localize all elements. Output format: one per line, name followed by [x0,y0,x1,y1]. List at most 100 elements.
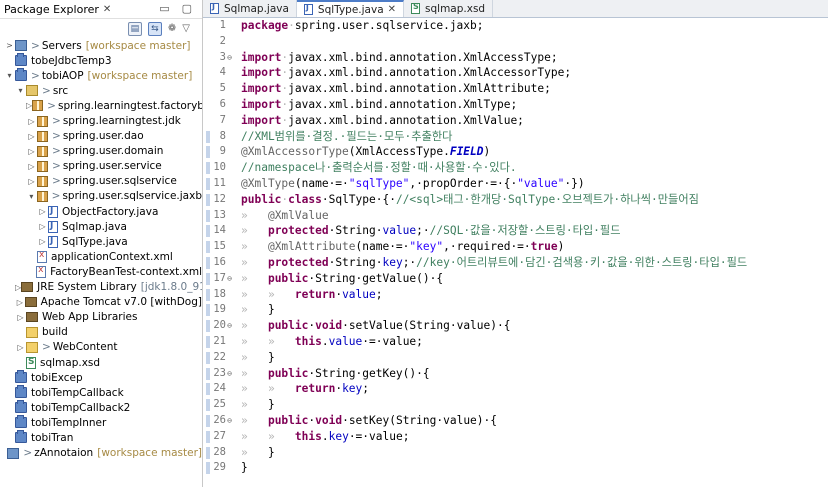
code-line[interactable]: 1 package·spring.user.sqlservice.jaxb; [203,18,828,34]
code-line[interactable]: 12 public·class·SqlType·{·//<sql>태그·한개당·S… [203,192,828,208]
tree-item[interactable]: ▷ > spring.learningtest.jdk [0,113,202,128]
code-line[interactable]: 15 » @XmlAttribute(name·=·"key",·required… [203,239,828,255]
tree-item[interactable]: ▷ SqlType.java [0,234,202,249]
code-line[interactable]: 24 » » return·key; [203,381,828,397]
tree-item[interactable]: applicationContext.xml [0,249,202,264]
tree-item[interactable]: sqlmap.xsd [0,355,202,370]
code-line[interactable]: 14 » protected·String·value;·//SQL·값을·저장할… [203,223,828,239]
code-line[interactable]: 28 » } [203,445,828,461]
code-token: javax.xml.bind.annotation.XmlAccessorTyp… [288,66,572,80]
code-line[interactable]: 10 //namespace나·출력순서를·정할·때·사용할·수·있다. [203,160,828,176]
fold-toggle-icon[interactable]: ⊖ [226,366,232,382]
code-line[interactable]: 22 » } [203,350,828,366]
tree-item[interactable]: ▷ > spring.user.dao [0,129,202,144]
tree-item[interactable]: FactoryBeanTest-context.xml [0,264,202,279]
tree-item[interactable]: ▾ > spring.user.sqlservice.jaxb [0,189,202,204]
fold-toggle-icon[interactable]: ⊖ [226,318,232,334]
maximize-icon[interactable]: ▢ [182,2,192,15]
tree-item[interactable]: tobiTempCallback [0,385,202,400]
tree-item[interactable]: tobiExcep [0,370,202,385]
editor-tab[interactable]: SqlType.java ✕ [296,0,405,17]
code-line[interactable]: 21 » » this.value·=·value; [203,334,828,350]
tree-item[interactable]: ▷ > spring.user.service [0,159,202,174]
tree-item[interactable]: ▷ > spring.learningtest.factorybea [0,98,202,113]
expand-toggle-icon[interactable]: ▷ [15,343,26,352]
code-area[interactable]: 1 package·spring.user.sqlservice.jaxb; 2 3⊖… [203,18,828,476]
tree-item[interactable]: ▷JRE System Library[jdk1.8.0_91] [0,280,202,295]
code-line[interactable]: 26⊖» public·void·setKey(String·value)·{ [203,413,828,429]
tree-item[interactable]: tobiTempInner [0,415,202,430]
code-line[interactable]: 9 @XmlAccessorType(XmlAccessType.FIELD) [203,144,828,160]
code-line[interactable]: 11 @XmlType(name·=·"sqlType",·propOrder·=… [203,176,828,192]
tree-item[interactable]: ▷ > spring.user.sqlservice [0,174,202,189]
expand-toggle-icon[interactable]: ▾ [26,192,37,201]
expand-toggle-icon[interactable]: ▷ [37,207,48,216]
line-number: 6 [213,97,237,113]
code-line[interactable]: 29} [203,460,828,476]
change-marker [203,223,213,239]
tree-item[interactable]: ▷ ObjectFactory.java [0,204,202,219]
tree-item[interactable]: tobiTempCallback2 [0,400,202,415]
code-token: key [328,429,349,443]
code-line[interactable]: 4 import·javax.xml.bind.annotation.XmlAcc… [203,65,828,81]
tree-item-label: ObjectFactory.java [62,205,159,218]
close-icon[interactable]: ✕ [388,4,396,15]
code-line[interactable]: 16 » protected·String·key;·//key·어트리뷰트에·담… [203,255,828,271]
collapse-all-icon[interactable]: ▤ [127,21,142,36]
code-token: » [241,366,268,380]
expand-toggle-icon[interactable]: ▷ [37,222,48,231]
view-menu-icon[interactable]: ▽ [182,23,190,34]
fold-toggle-icon[interactable]: ⊖ [226,413,232,429]
tree-item[interactable]: tobiTran [0,430,202,445]
code-text: » public·String·getValue()·{ [237,271,443,287]
code-line[interactable]: 17⊖» public·String·getValue()·{ [203,271,828,287]
tree-item[interactable]: ▷ Sqlmap.java [0,219,202,234]
focus-on-active-task-icon[interactable]: ❁ [168,23,176,34]
tree-item[interactable]: ▾ > src [0,83,202,98]
tree-item-label: build [42,326,68,339]
tree-item[interactable]: ▷ > WebContent [0,340,202,355]
code-line[interactable]: 23⊖» public·String·getKey()·{ [203,366,828,382]
tree-item[interactable]: tobeJdbcTemp3 [0,53,202,68]
expand-toggle-icon[interactable]: ▷ [26,162,37,171]
expand-toggle-icon[interactable]: ▷ [26,132,37,141]
code-line[interactable]: 20⊖» public·void·setValue(String·value)·… [203,318,828,334]
expand-toggle-icon[interactable]: ▷ [26,177,37,186]
code-line[interactable]: 7 import·javax.xml.bind.annotation.XmlVal… [203,113,828,129]
editor-tab[interactable]: Sqlmap.java [203,0,297,17]
expand-toggle-icon[interactable]: > [4,41,15,50]
tree-item[interactable]: ▷ Apache Tomcat v7.0 [withDog] [0,295,202,310]
package-explorer-tab[interactable]: Package Explorer ✕ ▭ ▢ [0,0,202,19]
expand-toggle-icon[interactable]: ▾ [15,86,26,95]
code-token: //SQL·값을·저장할·스트링·타입·필드 [429,224,621,238]
expand-toggle-icon[interactable]: ▷ [26,117,37,126]
link-with-editor-icon[interactable]: ⇆ [147,21,162,36]
fold-toggle-icon[interactable]: ⊖ [226,50,232,66]
code-line[interactable]: 3⊖ import·javax.xml.bind.annotation.XmlAc… [203,50,828,66]
code-line[interactable]: 19 » } [203,302,828,318]
code-line[interactable]: 27 » » this.key·=·value; [203,429,828,445]
close-icon[interactable]: ✕ [103,4,111,15]
fold-toggle-icon[interactable]: ⊖ [226,271,232,287]
editor-tab[interactable]: sqlmap.xsd [404,0,494,17]
code-line[interactable]: 5 import·javax.xml.bind.annotation.XmlAtt… [203,81,828,97]
code-line[interactable]: 25 » } [203,397,828,413]
tree-item[interactable]: > zAnnotaion [workspace master] [0,446,202,461]
code-line[interactable]: 8 //XML범위를·결정.·필드는·모두·추출한다 [203,129,828,145]
expand-toggle-icon[interactable]: ▷ [26,147,37,156]
expand-toggle-icon[interactable]: ▷ [37,237,48,246]
minimize-icon[interactable]: ▭ [159,2,169,15]
expand-toggle-icon[interactable]: ▾ [4,71,15,80]
code-line[interactable]: 2 [203,34,828,50]
tree-item[interactable]: ▷ Web App Libraries [0,310,202,325]
code-token: void [315,319,343,333]
tree-item[interactable]: > > Servers [workspace master] [0,38,202,53]
expand-toggle-icon[interactable]: ▷ [15,313,26,322]
tree-item[interactable]: ▷ > spring.user.domain [0,144,202,159]
code-line[interactable]: 13 » @XmlValue [203,208,828,224]
code-line[interactable]: 6 import·javax.xml.bind.annotation.XmlTyp… [203,97,828,113]
tree-item[interactable]: ▾ > tobiAOP [workspace master] [0,68,202,83]
code-line[interactable]: 18 » » return·value; [203,287,828,303]
expand-toggle-icon[interactable]: ▷ [15,298,25,307]
tree-item[interactable]: build [0,325,202,340]
